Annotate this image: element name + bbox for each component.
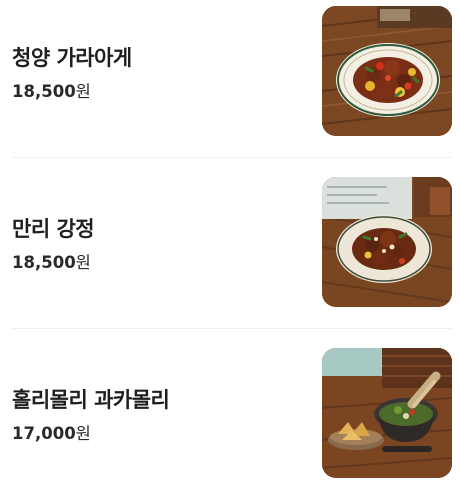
price-currency: 원 (75, 424, 91, 443)
price-value: 17,000 (12, 424, 76, 443)
menu-item-photo[interactable] (322, 177, 452, 307)
price-value: 18,500 (12, 82, 76, 101)
menu-item-guacamole[interactable]: 홀리몰리 과카몰리 17,000원 (12, 348, 452, 479)
menu-item-name: 만리 강정 (12, 217, 95, 241)
price-currency: 원 (75, 253, 91, 272)
menu-item-price: 18,500원 (12, 249, 91, 273)
price-currency: 원 (75, 82, 91, 101)
price-value: 18,500 (12, 253, 76, 272)
menu-item-name: 청양 가라아게 (12, 46, 132, 70)
menu-item-photo[interactable] (322, 6, 452, 136)
menu-item-karaage[interactable]: 청양 가라아게 18,500원 (12, 6, 452, 137)
gangjeong-bowl-image (322, 177, 452, 307)
guacamole-molcajete-image (322, 348, 452, 478)
karaage-bowl-image (322, 6, 452, 136)
menu-item-price: 18,500원 (12, 78, 91, 102)
menu-item-price: 17,000원 (12, 420, 91, 444)
menu-item-name: 홀리몰리 과카몰리 (12, 388, 170, 412)
menu-item-gangjeong[interactable]: 만리 강정 18,500원 (12, 177, 452, 308)
menu-item-photo[interactable] (322, 348, 452, 478)
divider (12, 328, 452, 329)
menu-list: 청양 가라아게 18,500원 만리 강정 18,500원 홀리몰리 과카몰리 … (0, 0, 460, 492)
divider (12, 157, 452, 158)
